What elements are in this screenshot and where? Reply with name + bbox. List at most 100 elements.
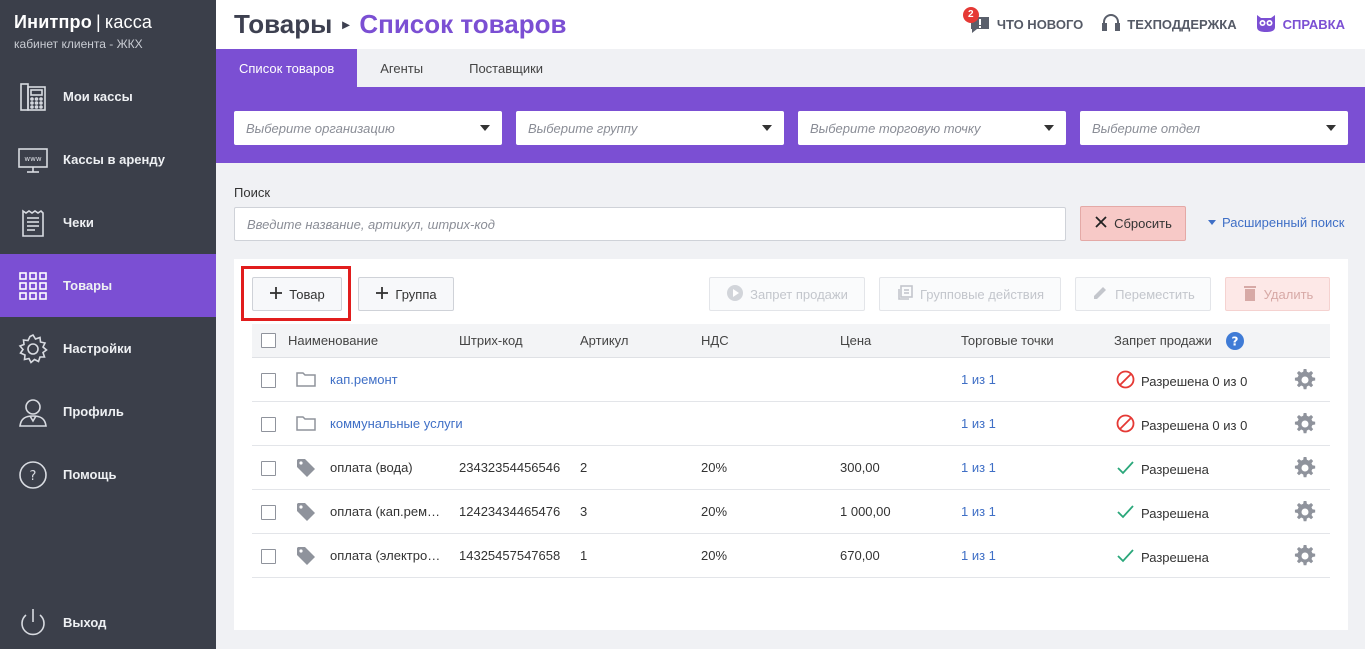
row-points[interactable]: 1 из 1 bbox=[961, 372, 996, 387]
user-icon bbox=[16, 395, 50, 429]
row-settings-gear-icon[interactable] bbox=[1294, 369, 1316, 394]
brand-name: Инитпро bbox=[14, 12, 92, 32]
row-points[interactable]: 1 из 1 bbox=[961, 460, 996, 475]
support-link[interactable]: ТЕХПОДДЕРЖКА bbox=[1101, 13, 1237, 36]
point-select[interactable]: Выберите торговую точку bbox=[798, 111, 1066, 145]
reset-button[interactable]: Сбросить bbox=[1080, 206, 1186, 241]
add-group-button[interactable]: Группа bbox=[358, 277, 454, 311]
tab-agents[interactable]: Агенты bbox=[357, 49, 446, 87]
header: Товары ▸ Список товаров 2 ЧТО НОВОГО ТЕХ… bbox=[216, 0, 1365, 49]
row-barcode: 14325457547658 bbox=[459, 548, 561, 563]
sidebar-item-help[interactable]: ? Помощь bbox=[0, 443, 216, 506]
column-barcode[interactable]: Штрих-код bbox=[459, 333, 523, 348]
row-checkbox[interactable] bbox=[261, 461, 276, 476]
question-icon: ? bbox=[16, 458, 50, 492]
sidebar-item-products[interactable]: Товары bbox=[0, 254, 216, 317]
table-row[interactable]: оплата (вода) 23432354456546 2 20% 300,0… bbox=[252, 446, 1330, 490]
group-actions-button[interactable]: Групповые действия bbox=[879, 277, 1061, 311]
row-status: Разрешена bbox=[1116, 546, 1209, 568]
row-checkbox[interactable] bbox=[261, 505, 276, 520]
tag-icon bbox=[296, 546, 316, 566]
table-row[interactable]: кап.ремонт 1 из 1 Разрешена 0 из 0 bbox=[252, 358, 1330, 402]
close-icon bbox=[1094, 215, 1108, 232]
power-icon bbox=[16, 606, 50, 640]
group-select[interactable]: Выберите группу bbox=[516, 111, 784, 145]
tab-suppliers[interactable]: Поставщики bbox=[446, 49, 566, 87]
breadcrumb-root[interactable]: Товары bbox=[234, 9, 332, 40]
cash-register-icon bbox=[16, 80, 50, 114]
tag-icon bbox=[296, 502, 316, 522]
pencil-icon bbox=[1091, 284, 1109, 305]
sidebar-item-logout[interactable]: Выход bbox=[0, 591, 216, 649]
column-vat[interactable]: НДС bbox=[701, 333, 729, 348]
move-button[interactable]: Переместить bbox=[1075, 277, 1211, 311]
headset-icon bbox=[1101, 13, 1121, 36]
sidebar-item-receipts[interactable]: Чеки bbox=[0, 191, 216, 254]
chevron-down-icon bbox=[480, 125, 490, 131]
row-vat: 20% bbox=[701, 504, 728, 519]
column-ban[interactable]: Запрет продажи bbox=[1114, 333, 1212, 348]
trash-icon bbox=[1242, 284, 1258, 305]
column-name[interactable]: Наименование bbox=[288, 333, 378, 348]
row-sku: 2 bbox=[580, 460, 588, 475]
owl-icon bbox=[1255, 13, 1277, 36]
advanced-search-label: Расширенный поиск bbox=[1222, 215, 1345, 230]
add-product-label: Товар bbox=[289, 286, 325, 302]
whats-new-label: ЧТО НОВОГО bbox=[996, 17, 1084, 32]
row-name[interactable]: коммунальные услуги bbox=[330, 416, 463, 431]
row-checkbox[interactable] bbox=[261, 417, 276, 432]
row-name[interactable]: оплата (электро… bbox=[330, 548, 440, 563]
row-vat: 20% bbox=[701, 548, 728, 563]
news-badge: 2 bbox=[962, 6, 979, 23]
sidebar-item-settings[interactable]: Настройки bbox=[0, 317, 216, 380]
delete-button[interactable]: Удалить bbox=[1225, 277, 1330, 311]
organization-select[interactable]: Выберите организацию bbox=[234, 111, 502, 145]
sidebar-item-profile[interactable]: Профиль bbox=[0, 380, 216, 443]
blocked-icon bbox=[1116, 414, 1135, 436]
row-points[interactable]: 1 из 1 bbox=[961, 416, 996, 431]
table-row[interactable]: оплата (электро… 14325457547658 1 20% 67… bbox=[252, 534, 1330, 578]
column-sku[interactable]: Артикул bbox=[580, 333, 628, 348]
row-settings-gear-icon[interactable] bbox=[1294, 413, 1316, 438]
row-status-label: Разрешена bbox=[1141, 505, 1209, 521]
add-product-button[interactable]: Товар bbox=[252, 277, 342, 311]
select-all-checkbox[interactable] bbox=[261, 333, 276, 348]
svg-text:?: ? bbox=[30, 469, 37, 484]
sidebar-item-rent-registers[interactable]: www Кассы в аренду bbox=[0, 128, 216, 191]
row-settings-gear-icon[interactable] bbox=[1294, 501, 1316, 526]
column-points[interactable]: Торговые точки bbox=[961, 333, 1054, 348]
row-settings-gear-icon[interactable] bbox=[1294, 457, 1316, 482]
ban-sale-button[interactable]: Запрет продажи bbox=[709, 277, 865, 311]
sidebar-item-label: Выход bbox=[63, 615, 107, 630]
help-link[interactable]: СПРАВКА bbox=[1255, 13, 1345, 36]
breadcrumb: Товары ▸ Список товаров bbox=[234, 9, 567, 40]
advanced-search-link[interactable]: Расширенный поиск bbox=[1208, 215, 1344, 230]
whats-new-link[interactable]: 2 ЧТО НОВОГО bbox=[962, 6, 1084, 36]
column-price[interactable]: Цена bbox=[840, 333, 871, 348]
row-status: Разрешена 0 из 0 bbox=[1116, 370, 1247, 392]
table-row[interactable]: оплата (кап.рем… 12423434465476 3 20% 1 … bbox=[252, 490, 1330, 534]
help-circle-icon[interactable]: ? bbox=[1225, 331, 1245, 351]
sidebar-item-my-registers[interactable]: Мои кассы bbox=[0, 65, 216, 128]
row-name[interactable]: оплата (кап.рем… bbox=[330, 504, 440, 519]
row-settings-gear-icon[interactable] bbox=[1294, 545, 1316, 570]
tab-product-list[interactable]: Список товаров bbox=[216, 49, 358, 87]
row-status-label: Разрешена bbox=[1141, 549, 1209, 565]
row-name[interactable]: оплата (вода) bbox=[330, 460, 413, 475]
department-select[interactable]: Выберите отдел bbox=[1080, 111, 1348, 145]
delete-label: Удалить bbox=[1263, 286, 1314, 302]
row-checkbox[interactable] bbox=[261, 373, 276, 388]
table-row[interactable]: коммунальные услуги 1 из 1 Разрешена 0 и… bbox=[252, 402, 1330, 446]
chevron-down-icon bbox=[1326, 125, 1336, 131]
row-status-label: Разрешена bbox=[1141, 461, 1209, 477]
table-header: Наименование Штрих-код Артикул НДС Цена … bbox=[252, 324, 1330, 358]
row-points[interactable]: 1 из 1 bbox=[961, 548, 996, 563]
sidebar-item-label: Кассы в аренду bbox=[63, 152, 165, 167]
support-label: ТЕХПОДДЕРЖКА bbox=[1127, 17, 1237, 32]
row-name[interactable]: кап.ремонт bbox=[330, 372, 398, 387]
row-checkbox[interactable] bbox=[261, 549, 276, 564]
sidebar-item-label: Мои кассы bbox=[63, 89, 133, 104]
group-select-value: Выберите группу bbox=[528, 120, 638, 136]
search-input[interactable] bbox=[234, 207, 1066, 241]
row-points[interactable]: 1 из 1 bbox=[961, 504, 996, 519]
